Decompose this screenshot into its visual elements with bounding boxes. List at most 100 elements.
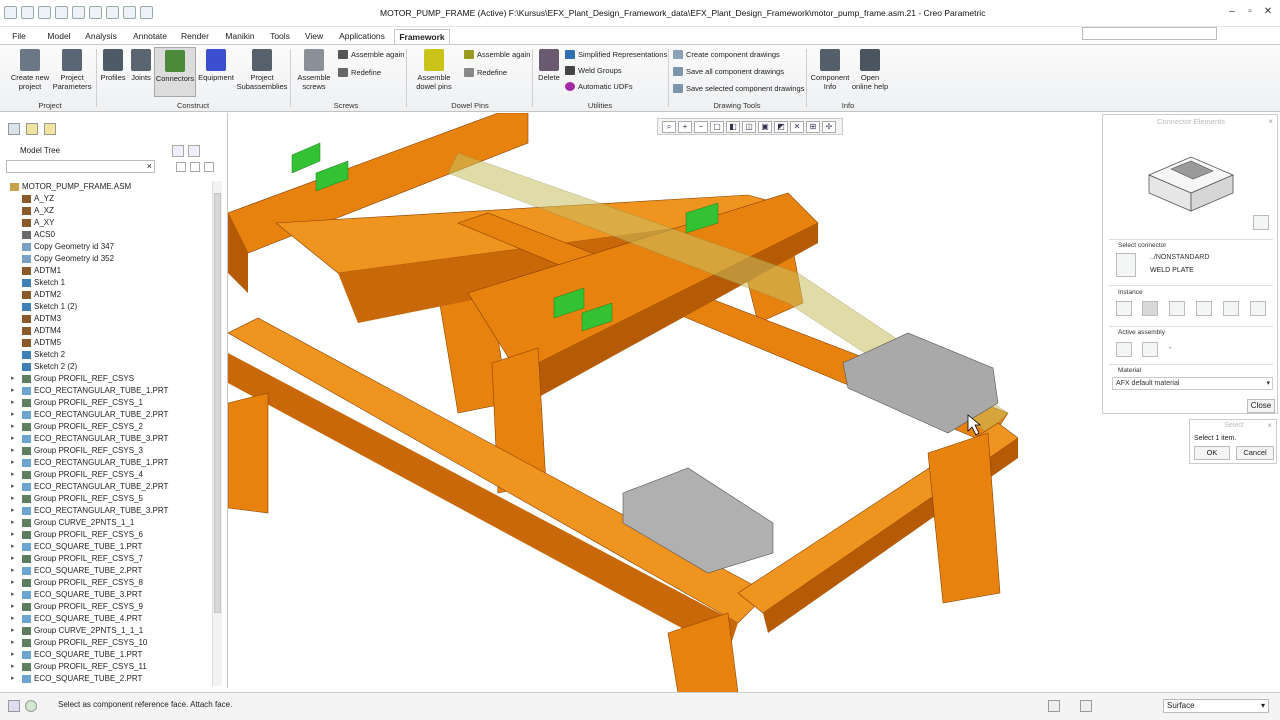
model-tree-tab-icon[interactable] (8, 123, 20, 135)
tree-item[interactable]: Copy Geometry id 352 (0, 253, 212, 265)
joints-button[interactable]: Joints (128, 49, 154, 82)
maximize-icon[interactable]: ▫ (1244, 7, 1256, 17)
expand-icon[interactable]: ▸ (11, 469, 15, 481)
expand-icon[interactable]: ▸ (11, 373, 15, 385)
delete-button[interactable]: Delete (536, 49, 562, 82)
tree-search-input[interactable]: × (6, 160, 155, 173)
minimize-icon[interactable]: – (1226, 7, 1238, 17)
expand-icon[interactable]: ▸ (11, 577, 15, 589)
expand-icon[interactable]: ▸ (11, 421, 15, 433)
redefine-screws-button[interactable]: Redefine (338, 68, 381, 77)
show-icon[interactable] (188, 145, 200, 157)
component-info-button[interactable]: Component Info (810, 49, 850, 91)
expand-icon[interactable]: ▸ (11, 433, 15, 445)
tree-item[interactable]: ▸ Group CURVE_2PNTS_1_1 (0, 517, 212, 529)
fullscreen-icon[interactable] (1080, 700, 1092, 712)
expand-icon[interactable]: ▸ (11, 625, 15, 637)
regenerate-icon[interactable] (106, 6, 119, 19)
project-parameters-button[interactable]: Project Parameters (52, 49, 92, 91)
tree-item[interactable]: ADTM4 (0, 325, 212, 337)
tree-item[interactable]: A_XZ (0, 205, 212, 217)
tab-analysis[interactable]: Analysis (83, 29, 119, 44)
expand-icon[interactable]: ▸ (11, 541, 15, 553)
tree-item[interactable]: A_XY (0, 217, 212, 229)
folder-browser-tab-icon[interactable] (26, 123, 38, 135)
annotation-display-icon[interactable]: ⊞ (806, 120, 820, 133)
create-component-drawings-button[interactable]: Create component drawings (673, 50, 780, 59)
tab-manikin[interactable]: Manikin (222, 29, 258, 44)
tab-view[interactable]: View (302, 29, 326, 44)
tree-item[interactable]: Sketch 1 (2) (0, 301, 212, 313)
automatic-udfs-button[interactable]: Automatic UDFs (565, 82, 633, 91)
tree-item[interactable]: ▸ ECO_SQUARE_TUBE_2.PRT (0, 565, 212, 577)
tree-item[interactable]: MOTOR_PUMP_FRAME.ASM (0, 181, 212, 193)
close-icon[interactable]: × (1268, 117, 1273, 126)
tree-item[interactable]: ▸ Group PROFIL_REF_CSYS_11 (0, 661, 212, 673)
open-help-button[interactable]: Open online help (850, 49, 890, 91)
tree-item[interactable]: ▸ ECO_RECTANGULAR_TUBE_3.PRT (0, 433, 212, 445)
spin-center-icon[interactable]: ✢ (822, 120, 836, 133)
tree-item[interactable]: ▸ Group PROFIL_REF_CSYS (0, 373, 212, 385)
undo-icon[interactable] (72, 6, 85, 19)
instance-2-icon[interactable] (1142, 301, 1158, 316)
open-icon[interactable] (38, 6, 51, 19)
tab-framework[interactable]: Framework (394, 29, 450, 44)
tree-item[interactable]: ACS0 (0, 229, 212, 241)
save-selected-drawings-button[interactable]: Save selected component drawings (673, 84, 804, 93)
saved-views-icon[interactable]: ◫ (742, 120, 756, 133)
redo-icon[interactable] (89, 6, 102, 19)
zoom-out-icon[interactable]: − (694, 120, 708, 133)
expand-icon[interactable]: ▸ (11, 589, 15, 601)
view-manager-icon[interactable]: ▣ (758, 120, 772, 133)
tab-file[interactable]: File (6, 29, 32, 44)
selection-filter-dropdown[interactable]: Surface ▾ (1163, 699, 1269, 713)
windows-icon[interactable] (123, 6, 136, 19)
connectors-button[interactable]: Connectors (154, 47, 196, 97)
expand-icon[interactable]: ▸ (11, 529, 15, 541)
expand-icon[interactable]: ▸ (11, 505, 15, 517)
save-all-drawings-button[interactable]: Save all component drawings (673, 67, 784, 76)
dashboard-close-button[interactable]: Close (1247, 399, 1275, 413)
expand-icon[interactable]: ▸ (11, 457, 15, 469)
redefine-dowel-button[interactable]: Redefine (464, 68, 507, 77)
tree-item[interactable]: ▸ Group PROFIL_REF_CSYS_2 (0, 421, 212, 433)
close-icon[interactable]: ✕ (1262, 7, 1274, 17)
tree-item[interactable]: ▸ Group PROFIL_REF_CSYS_10 (0, 637, 212, 649)
add-icon[interactable] (204, 162, 214, 172)
expand-icon[interactable]: ▸ (11, 673, 15, 685)
expand-icon[interactable]: ▸ (11, 409, 15, 421)
tab-applications[interactable]: Applications (335, 29, 389, 44)
browser-icon[interactable] (25, 700, 37, 712)
tree-item[interactable]: ▸ ECO_SQUARE_TUBE_4.PRT (0, 613, 212, 625)
tree-item[interactable]: ▸ ECO_SQUARE_TUBE_3.PRT (0, 589, 212, 601)
tree-item[interactable]: Sketch 2 (0, 349, 212, 361)
clear-icon[interactable]: × (147, 161, 152, 172)
tree-item[interactable]: ▸ Group PROFIL_REF_CSYS_5 (0, 493, 212, 505)
assemble-dowel-pins-button[interactable]: Assemble dowel pins (410, 49, 458, 91)
tree-item[interactable]: ▸ Group PROFIL_REF_CSYS_6 (0, 529, 212, 541)
expand-icon[interactable]: ▸ (11, 565, 15, 577)
tree-item[interactable]: ▸ ECO_RECTANGULAR_TUBE_2.PRT (0, 409, 212, 421)
tree-item[interactable]: Copy Geometry id 347 (0, 241, 212, 253)
cancel-button[interactable]: Cancel (1236, 446, 1274, 460)
tree-item[interactable]: ▸ Group PROFIL_REF_CSYS_7 (0, 553, 212, 565)
toggle-navigator-icon[interactable] (8, 700, 20, 712)
save-icon[interactable] (55, 6, 68, 19)
tree-settings-icon[interactable] (172, 145, 184, 157)
tree-item[interactable]: ▸ Group PROFIL_REF_CSYS_8 (0, 577, 212, 589)
tree-item[interactable]: Sketch 2 (2) (0, 361, 212, 373)
select-connector-button[interactable] (1116, 253, 1136, 277)
equipment-button[interactable]: Equipment (198, 49, 234, 82)
tab-annotate[interactable]: Annotate (130, 29, 170, 44)
expand-icon[interactable]: ▸ (11, 481, 15, 493)
datum-display-icon[interactable]: ✕ (790, 120, 804, 133)
close-icon[interactable]: × (1267, 421, 1272, 430)
expand-icon[interactable]: ▸ (11, 397, 15, 409)
expand-icon[interactable]: ▸ (11, 517, 15, 529)
tree-item[interactable]: ▸ ECO_RECTANGULAR_TUBE_1.PRT (0, 385, 212, 397)
instance-5-icon[interactable] (1223, 301, 1239, 316)
tree-item[interactable]: ▸ Group PROFIL_REF_CSYS_4 (0, 469, 212, 481)
assembly-select-icon[interactable] (1142, 342, 1158, 357)
display-style-icon[interactable]: ◧ (726, 120, 740, 133)
tree-item[interactable]: ▸ ECO_RECTANGULAR_TUBE_3.PRT (0, 505, 212, 517)
